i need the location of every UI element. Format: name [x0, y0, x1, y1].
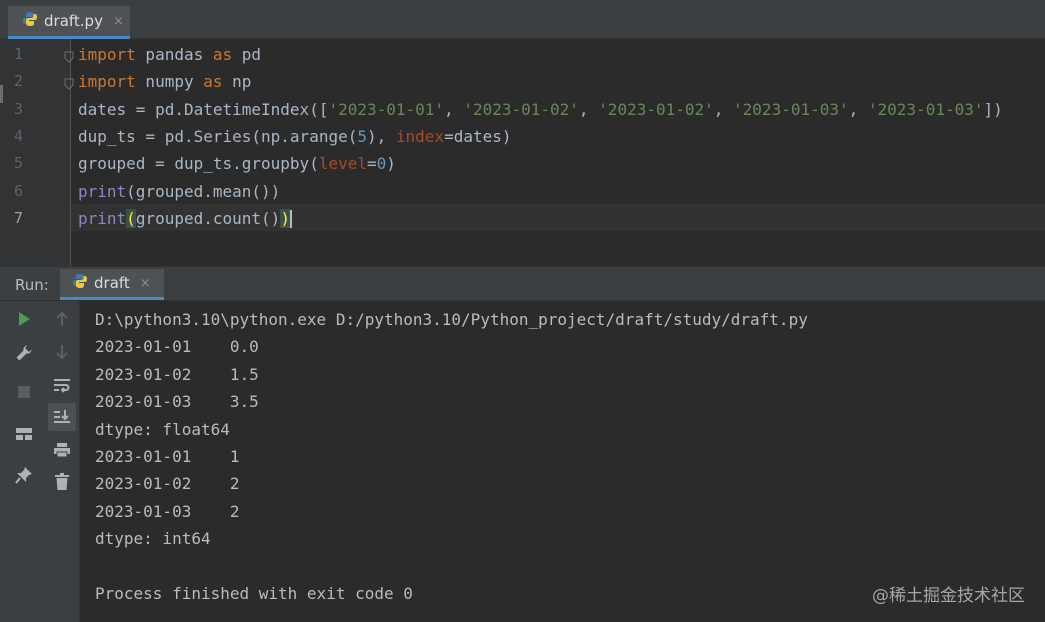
line-number: 4	[14, 126, 24, 145]
code-editor[interactable]: 1 import pandas as pd 2 import numpy as np 3…	[0, 39, 1045, 266]
code-token: grouped.count()	[135, 208, 281, 228]
console-line: D:\python3.10\python.exe D:/python3.10/P…	[95, 310, 808, 329]
code-token: ),	[367, 126, 396, 146]
gutter-divider	[70, 39, 71, 266]
watermark: @稀土掘金技术社区	[872, 586, 1025, 606]
code-token: np	[222, 72, 252, 92]
code-token: ,	[713, 99, 734, 119]
code-token: '2023-01-01'	[328, 99, 445, 119]
code-token: '2023-01-03'	[733, 99, 849, 119]
console-line: dtype: float64	[95, 419, 230, 439]
code-line[interactable]: dates = pd.DatetimeIndex(['2023-01-01', …	[78, 96, 1003, 123]
console-line: 2023-01-03 2	[95, 501, 240, 521]
print-icon[interactable]	[48, 436, 76, 464]
console-line: dtype: int64	[95, 529, 211, 549]
code-token: level	[318, 154, 367, 174]
run-icon[interactable]	[10, 305, 38, 333]
code-token: pd	[232, 45, 262, 64]
code-line[interactable]: dup_ts = pd.Series(np.arange(5), index=d…	[78, 123, 512, 150]
scroll-to-end-icon[interactable]	[48, 403, 76, 431]
code-token: '2023-01-02'	[463, 99, 579, 119]
trash-icon[interactable]	[48, 468, 76, 496]
close-icon[interactable]: ×	[113, 14, 124, 29]
code-line[interactable]: import pandas as pd	[78, 41, 261, 68]
line-number: 3	[14, 99, 24, 118]
code-token: ,	[444, 99, 464, 119]
code-line[interactable]: grouped = dup_ts.groupby(level=0)	[78, 150, 396, 177]
code-token: numpy	[135, 72, 204, 92]
python-run-icon	[72, 273, 88, 293]
code-token: =dates)	[444, 126, 512, 146]
code-token: '2023-01-03'	[867, 99, 984, 119]
code-token: )	[386, 154, 396, 174]
code-token: grouped = dup_ts.groupby(	[78, 154, 319, 174]
code-token: dup_ts = pd.Series(np.arange(	[78, 126, 358, 146]
code-token: 5	[357, 126, 367, 146]
code-token: )	[280, 208, 290, 228]
line-number: 7	[14, 208, 24, 227]
console-line: 2023-01-01 1	[95, 447, 240, 467]
code-token: print	[78, 181, 127, 201]
close-icon[interactable]: ×	[140, 276, 151, 291]
code-token: =	[367, 154, 377, 174]
code-token: index	[395, 126, 445, 146]
editor-tab-bar: draft.py ×	[0, 0, 1045, 39]
code-token: ])	[983, 99, 1003, 119]
line-number: 2	[14, 72, 24, 91]
line-number: 6	[14, 181, 24, 200]
code-token: import	[78, 45, 136, 64]
editor-tab-title: draft.py	[44, 12, 103, 30]
code-token: pandas	[135, 45, 213, 64]
code-token: 0	[376, 154, 387, 174]
run-tab-draft[interactable]: draft ×	[60, 269, 164, 300]
python-file-icon	[22, 11, 38, 31]
console-output[interactable]: D:\python3.10\python.exe D:/python3.10/P…	[95, 306, 808, 607]
code-token: import	[78, 72, 136, 92]
run-label: Run:	[15, 276, 49, 294]
line-number: 1	[14, 45, 24, 63]
down-arrow-icon[interactable]	[48, 338, 76, 366]
fold-marker-icon[interactable]	[64, 75, 74, 91]
soft-wrap-icon[interactable]	[48, 371, 76, 399]
run-tab-title: draft	[94, 274, 130, 292]
code-line[interactable]: import numpy as np	[78, 68, 251, 95]
console-line: 2023-01-02 1.5	[95, 364, 259, 384]
code-line[interactable]: print(grouped.count())	[78, 205, 292, 232]
code-token: (	[126, 208, 136, 228]
up-arrow-icon[interactable]	[48, 305, 76, 333]
fold-marker-icon[interactable]	[64, 48, 74, 63]
layout-icon[interactable]	[10, 420, 38, 448]
pin-icon[interactable]	[10, 461, 38, 489]
stop-icon[interactable]	[10, 378, 38, 406]
wrench-icon[interactable]	[10, 339, 38, 367]
code-token: print	[78, 208, 127, 228]
text-caret	[289, 210, 292, 229]
code-token: ,	[848, 99, 868, 119]
code-token: (grouped.mean())	[126, 181, 281, 201]
run-panel: D:\python3.10\python.exe D:/python3.10/P…	[0, 301, 1045, 622]
code-token: ,	[578, 99, 599, 119]
console-line: 2023-01-02 2	[95, 474, 240, 494]
run-panel-header: Run: draft ×	[0, 269, 1045, 301]
line-number: 5	[14, 154, 24, 173]
left-edge-marker	[0, 85, 3, 103]
code-token: '2023-01-02'	[598, 99, 714, 119]
code-token: as	[203, 72, 223, 92]
code-line[interactable]: print(grouped.mean())	[78, 178, 280, 205]
code-token: dates = pd.DatetimeIndex([	[78, 99, 329, 119]
run-right-toolbar	[44, 301, 80, 622]
run-left-toolbar	[0, 301, 44, 622]
console-line: 2023-01-01 0.0	[95, 337, 259, 357]
editor-tab-draft-py[interactable]: draft.py ×	[8, 6, 130, 39]
line-number-gutter	[0, 39, 70, 266]
code-token: as	[212, 45, 233, 64]
console-line: 2023-01-03 3.5	[95, 392, 259, 412]
console-line: Process finished with exit code 0	[95, 584, 413, 604]
